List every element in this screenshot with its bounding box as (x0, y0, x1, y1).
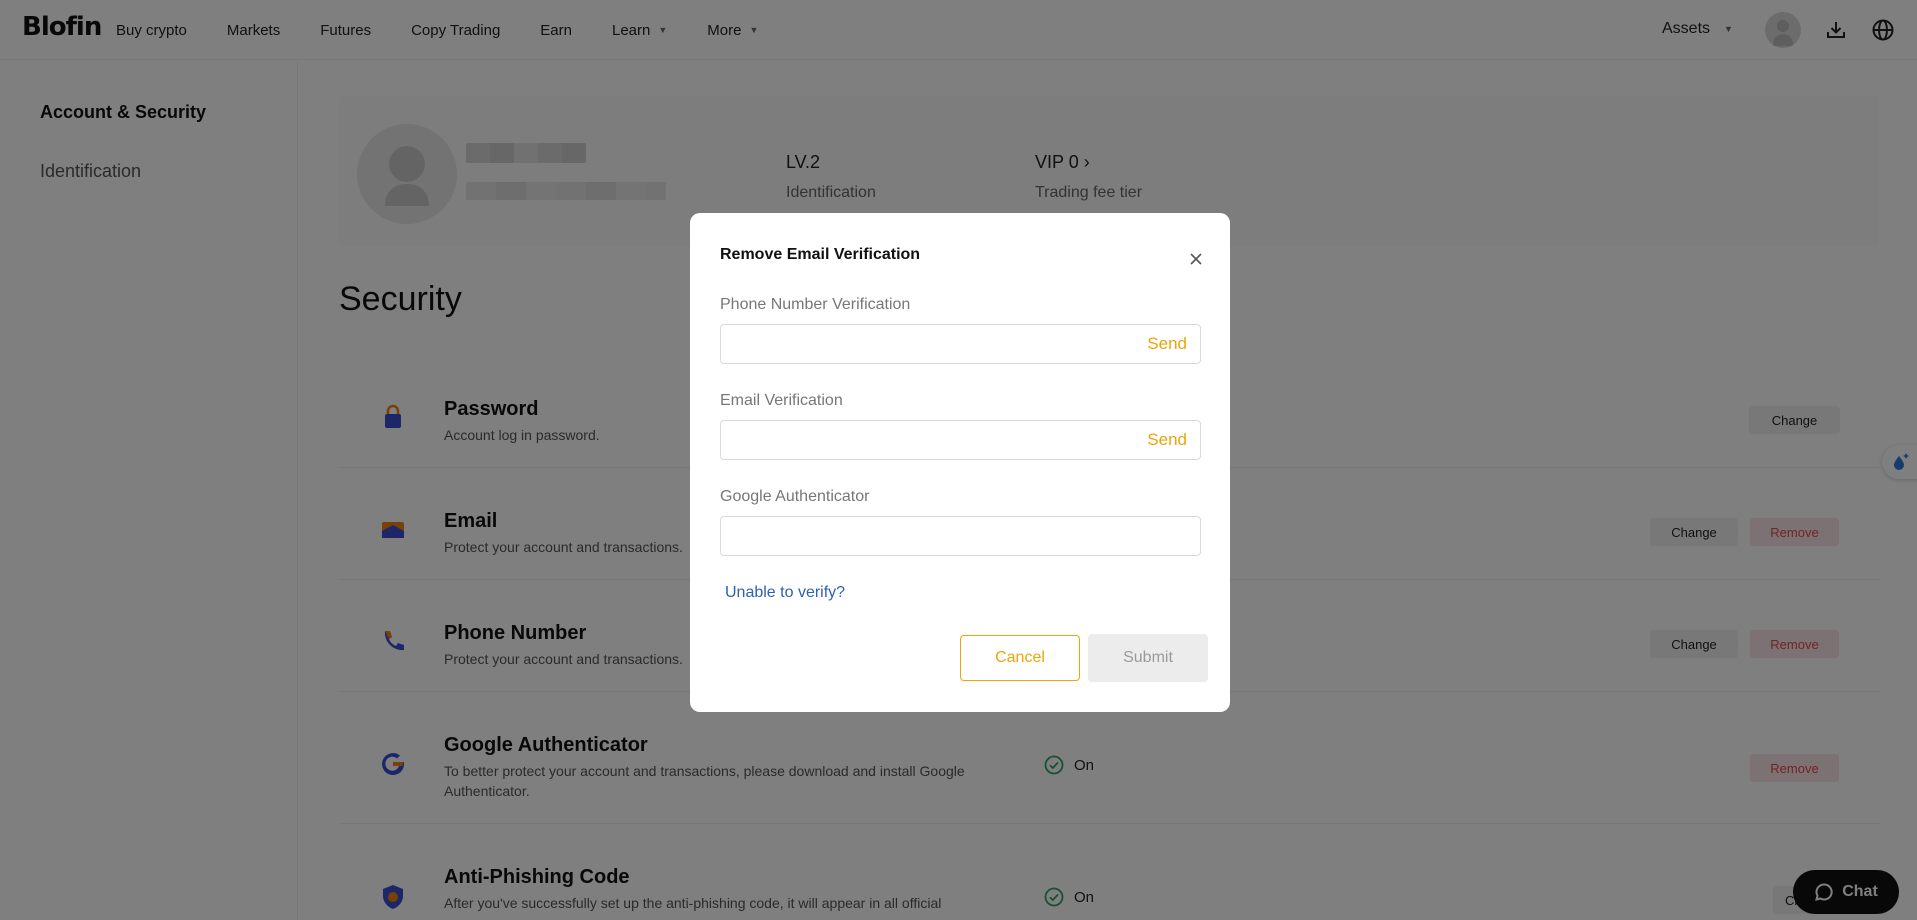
modal-title: Remove Email Verification (720, 246, 921, 263)
send-phone-code-button[interactable]: Send (1147, 334, 1187, 354)
send-email-code-button[interactable]: Send (1147, 430, 1187, 450)
cancel-button[interactable]: Cancel (960, 635, 1080, 681)
google-authenticator-input[interactable] (721, 517, 1121, 555)
google-authenticator-label: Google Authenticator (720, 488, 870, 505)
phone-verification-field: Send (720, 324, 1201, 364)
phone-verification-input[interactable] (721, 325, 1121, 363)
email-verification-label: Email Verification (720, 392, 843, 409)
remove-email-modal: Remove Email Verification Phone Number V… (690, 213, 1230, 712)
unable-to-verify-link[interactable]: Unable to verify? (725, 584, 845, 602)
google-authenticator-field (720, 516, 1201, 556)
phone-verification-label: Phone Number Verification (720, 296, 911, 313)
close-icon[interactable] (1184, 247, 1208, 271)
email-verification-input[interactable] (721, 421, 1121, 459)
submit-button[interactable]: Submit (1088, 634, 1208, 682)
email-verification-field: Send (720, 420, 1201, 460)
